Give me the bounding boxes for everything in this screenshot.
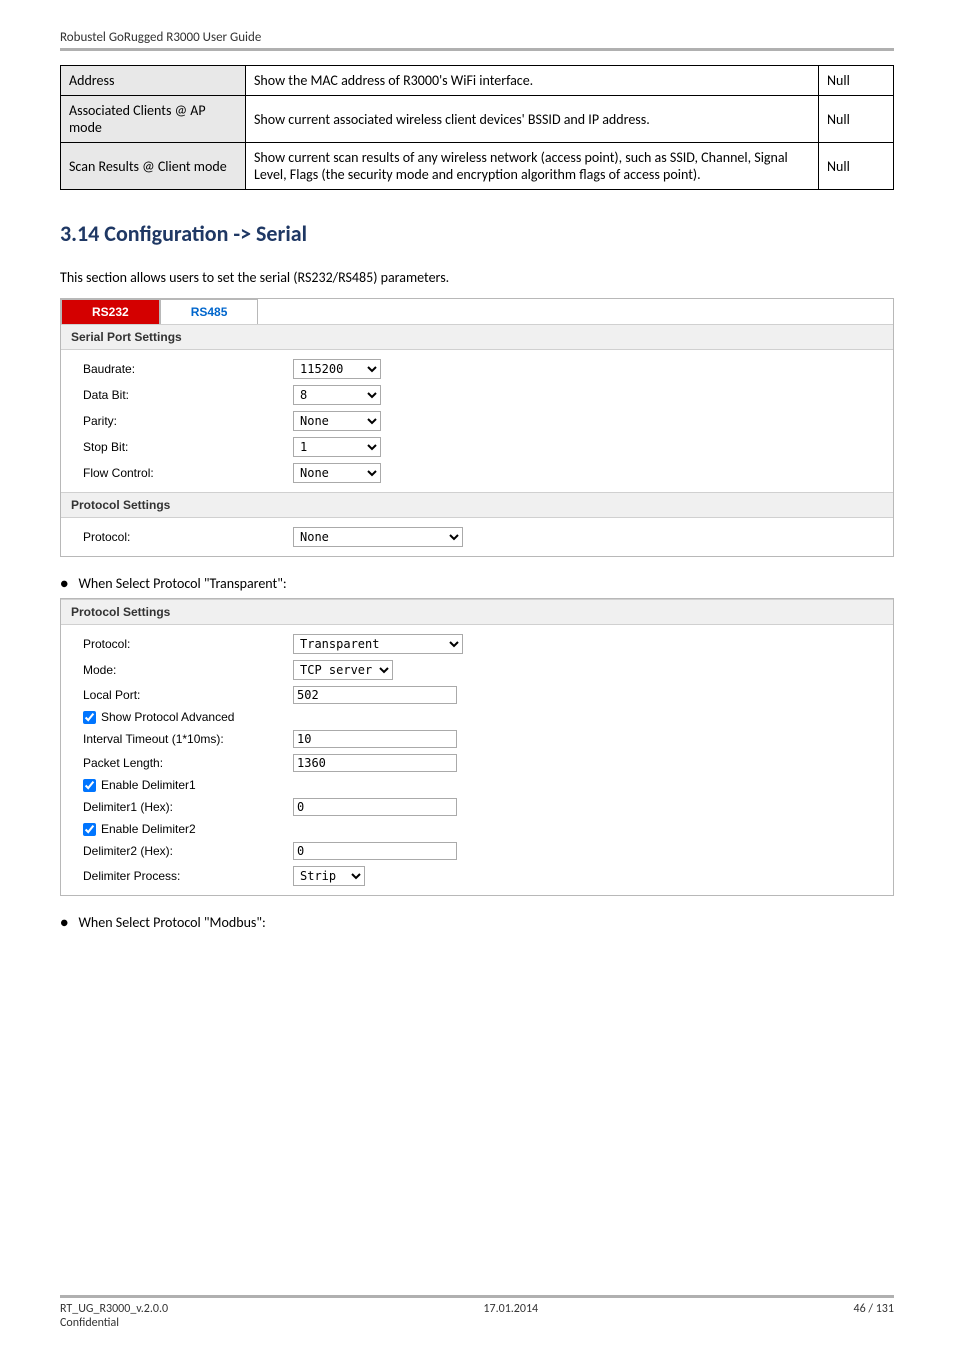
t-interval-label: Interval Timeout (1*10ms): (83, 732, 293, 746)
page-footer: RT_UG_R3000_v.2.0.0 Confidential 17.01.2… (60, 1295, 894, 1330)
table-row: Scan Results @ Client mode Show current … (61, 143, 894, 190)
stopbit-label: Stop Bit: (83, 440, 293, 454)
table-row: Address Show the MAC address of R3000's … (61, 66, 894, 96)
stopbit-select[interactable]: 1 (293, 437, 381, 457)
t-interval-input[interactable] (293, 730, 457, 748)
baudrate-label: Baudrate: (83, 362, 293, 376)
section-heading: 3.14 Configuration -> Serial (60, 220, 894, 247)
baudrate-select[interactable]: 115200 (293, 359, 381, 379)
footer-version: RT_UG_R3000_v.2.0.0 (60, 1302, 168, 1316)
t-delim2-checkbox[interactable] (83, 823, 96, 836)
t-protocol-label: Protocol: (83, 637, 293, 651)
t-localport-label: Local Port: (83, 688, 293, 702)
t-packet-input[interactable] (293, 754, 457, 772)
t-delim2-enable-label: Enable Delimiter2 (101, 822, 196, 836)
cell-default: Null (819, 143, 894, 190)
serial-screenshot: RS232 RS485 Serial Port Settings Baudrat… (60, 298, 894, 557)
protocol-settings-heading-2: Protocol Settings (61, 599, 893, 625)
protocol-select[interactable]: None (293, 527, 463, 547)
t-delim2-input[interactable] (293, 842, 457, 860)
cell-label: Associated Clients @ AP mode (61, 96, 246, 143)
cell-desc: Show the MAC address of R3000's WiFi int… (246, 66, 819, 96)
t-mode-select[interactable]: TCP server (293, 660, 393, 680)
footer-confidential: Confidential (60, 1316, 168, 1330)
parity-select[interactable]: None (293, 411, 381, 431)
doc-header: Robustel GoRugged R3000 User Guide (60, 30, 894, 51)
t-delim1-enable-label: Enable Delimiter1 (101, 778, 196, 792)
t-delim2-label: Delimiter2 (Hex): (83, 844, 293, 858)
t-delimproc-label: Delimiter Process: (83, 869, 293, 883)
bullet-icon: ● (60, 914, 68, 931)
cell-desc: Show current associated wireless client … (246, 96, 819, 143)
tab-rs232[interactable]: RS232 (61, 299, 160, 324)
parity-label: Parity: (83, 414, 293, 428)
transparent-screenshot: Protocol Settings Protocol: Transparent … (60, 598, 894, 896)
cell-label: Address (61, 66, 246, 96)
bullet-modbus-text: When Select Protocol "Modbus": (78, 914, 265, 931)
cell-default: Null (819, 66, 894, 96)
cell-default: Null (819, 96, 894, 143)
databit-select[interactable]: 8 (293, 385, 381, 405)
bullet-icon: ● (60, 575, 68, 592)
tab-rs485[interactable]: RS485 (160, 299, 259, 324)
cell-desc: Show current scan results of any wireles… (246, 143, 819, 190)
t-delim1-input[interactable] (293, 798, 457, 816)
t-delim1-label: Delimiter1 (Hex): (83, 800, 293, 814)
protocol-settings-heading: Protocol Settings (61, 492, 893, 518)
t-showadv-label: Show Protocol Advanced (101, 710, 234, 724)
cell-label: Scan Results @ Client mode (61, 143, 246, 190)
databit-label: Data Bit: (83, 388, 293, 402)
protocol-label: Protocol: (83, 530, 293, 544)
footer-page: 46 / 131 (854, 1302, 894, 1330)
t-packet-label: Packet Length: (83, 756, 293, 770)
t-delimproc-select[interactable]: Strip (293, 866, 365, 886)
t-localport-input[interactable] (293, 686, 457, 704)
table-row: Associated Clients @ AP mode Show curren… (61, 96, 894, 143)
flowcontrol-label: Flow Control: (83, 466, 293, 480)
summary-table: Address Show the MAC address of R3000's … (60, 65, 894, 190)
serial-port-settings-heading: Serial Port Settings (61, 324, 893, 350)
t-mode-label: Mode: (83, 663, 293, 677)
t-showadv-checkbox[interactable] (83, 711, 96, 724)
bullet-transparent-text: When Select Protocol "Transparent": (78, 575, 286, 592)
section-intro: This section allows users to set the ser… (60, 269, 894, 286)
footer-date: 17.01.2014 (483, 1302, 538, 1330)
flowcontrol-select[interactable]: None (293, 463, 381, 483)
t-protocol-select[interactable]: Transparent (293, 634, 463, 654)
t-delim1-checkbox[interactable] (83, 779, 96, 792)
